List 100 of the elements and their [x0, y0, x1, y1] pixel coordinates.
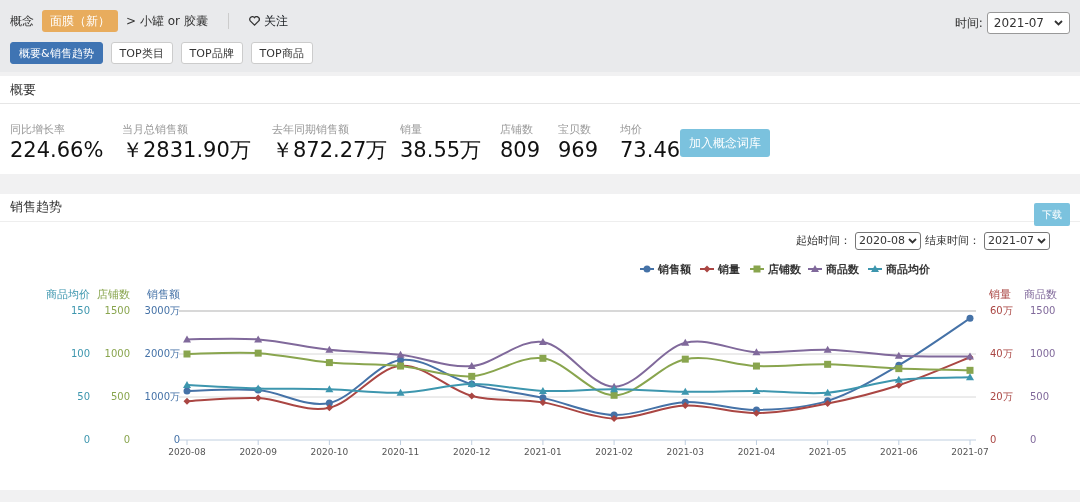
legend-label: 商品均价 — [885, 263, 931, 277]
point — [468, 372, 476, 380]
axis-label: 2021-03 — [666, 447, 705, 458]
legend-item: 商品均价 — [867, 263, 930, 277]
point — [325, 404, 333, 412]
concept-label: 概念 — [10, 13, 34, 30]
axis-label: 2020-10 — [310, 447, 349, 458]
tick-label: 500 — [1030, 391, 1050, 403]
tick-label: 500 — [110, 391, 130, 403]
legend-label: 店铺数 — [767, 263, 802, 277]
start-label: 起始时间： — [796, 232, 852, 249]
legend-item: 商品数 — [807, 263, 859, 277]
point — [966, 373, 974, 381]
point — [538, 338, 547, 346]
tick-label: 150 — [70, 305, 90, 317]
legend-label: 商品数 — [825, 263, 860, 277]
axis-label: 2021-01 — [524, 447, 562, 458]
follow-link[interactable]: 关注 — [248, 12, 288, 30]
point — [325, 385, 334, 393]
point — [325, 345, 334, 353]
tab[interactable]: TOP类目 — [110, 42, 173, 64]
tab[interactable]: TOP商品 — [250, 42, 313, 64]
tab[interactable]: TOP品牌 — [180, 42, 243, 64]
point — [539, 354, 547, 362]
point — [752, 348, 761, 356]
tick-label: 1000万 — [144, 391, 180, 403]
point — [752, 362, 760, 370]
tick-label: 40万 — [990, 348, 1013, 360]
point — [894, 351, 903, 359]
stat-value: 969 — [558, 138, 600, 162]
stat-label: 销量 — [400, 122, 423, 138]
section-title: 概要 — [10, 80, 36, 99]
axis-label: 2020-09 — [239, 447, 277, 458]
point — [396, 388, 405, 396]
tick-label: 0 — [83, 434, 90, 446]
date-select[interactable]: 2021-07 — [984, 231, 1050, 251]
axis-label: 2021-06 — [880, 447, 918, 458]
point — [681, 387, 690, 395]
stat-value: 809 — [500, 138, 542, 162]
tick-label: 0 — [1030, 434, 1037, 446]
axis-title: 商品均价 — [46, 288, 90, 302]
axis-title: 店铺数 — [97, 288, 130, 302]
date-select[interactable]: 2020-08 — [855, 231, 922, 251]
point — [823, 388, 832, 396]
tick-label: 1500 — [104, 305, 130, 317]
stat-value: ￥2831.90万 — [122, 138, 252, 162]
axis-label: 2021-04 — [737, 447, 776, 458]
tick-label: 60万 — [990, 305, 1013, 317]
caret-icon — [1037, 237, 1046, 244]
tick-label: 0 — [990, 434, 997, 446]
axis-label: 2020-08 — [168, 447, 206, 458]
time-label: 时间: — [954, 15, 983, 32]
legend-item: 销售额 — [639, 263, 691, 277]
heart-icon — [248, 16, 260, 26]
legend-label: 销量 — [717, 263, 740, 277]
stat-value: 38.55万 — [400, 138, 483, 162]
point — [681, 338, 690, 346]
point — [894, 375, 903, 383]
axis-label: 2020-11 — [381, 447, 420, 458]
point — [966, 366, 974, 374]
time-select[interactable]: 2021-07 — [986, 12, 1070, 34]
stat-label: 宝贝数 — [558, 122, 592, 138]
point — [538, 387, 547, 395]
point — [468, 392, 476, 400]
caret-icon — [908, 237, 918, 244]
axis-label: 2021-07 — [951, 447, 989, 458]
point — [752, 387, 761, 395]
point — [895, 365, 903, 373]
tick-label: 100 — [70, 348, 90, 360]
legend-label: 销售额 — [657, 263, 692, 277]
stat-label: 当月总销售额 — [122, 122, 189, 138]
tick-label: 20万 — [990, 391, 1013, 403]
stat-label: 去年同期销售额 — [272, 122, 350, 138]
legend-item: 销量 — [699, 263, 740, 277]
point — [254, 349, 262, 357]
tick-label: 3000万 — [144, 305, 180, 317]
tick-label: 0 — [123, 434, 130, 446]
axis-label: 2021-02 — [595, 447, 633, 458]
point — [183, 350, 191, 358]
stat-label: 店铺数 — [500, 122, 534, 138]
caret-icon — [1054, 20, 1063, 26]
stat-value: ￥872.27万 — [272, 138, 389, 162]
point — [681, 402, 689, 410]
stat-label: 均价 — [620, 122, 643, 138]
point — [325, 359, 333, 367]
tick-label: 0 — [173, 434, 180, 446]
point — [396, 350, 405, 358]
point — [610, 415, 618, 423]
axis-title: 销售额 — [147, 288, 180, 302]
point — [823, 345, 832, 353]
tick-label: 1500 — [1030, 305, 1056, 317]
point — [254, 394, 262, 402]
point — [183, 397, 191, 405]
axis-title: 销量 — [989, 288, 1011, 302]
tick-label: 50 — [77, 391, 90, 403]
tab[interactable]: 概要&销售趋势 — [10, 42, 103, 64]
section-title: 销售趋势 — [10, 198, 62, 217]
stat-value: 224.66% — [10, 138, 105, 162]
point — [681, 355, 689, 363]
breadcrumb-path: > 小罐 or 胶囊 — [126, 13, 208, 30]
